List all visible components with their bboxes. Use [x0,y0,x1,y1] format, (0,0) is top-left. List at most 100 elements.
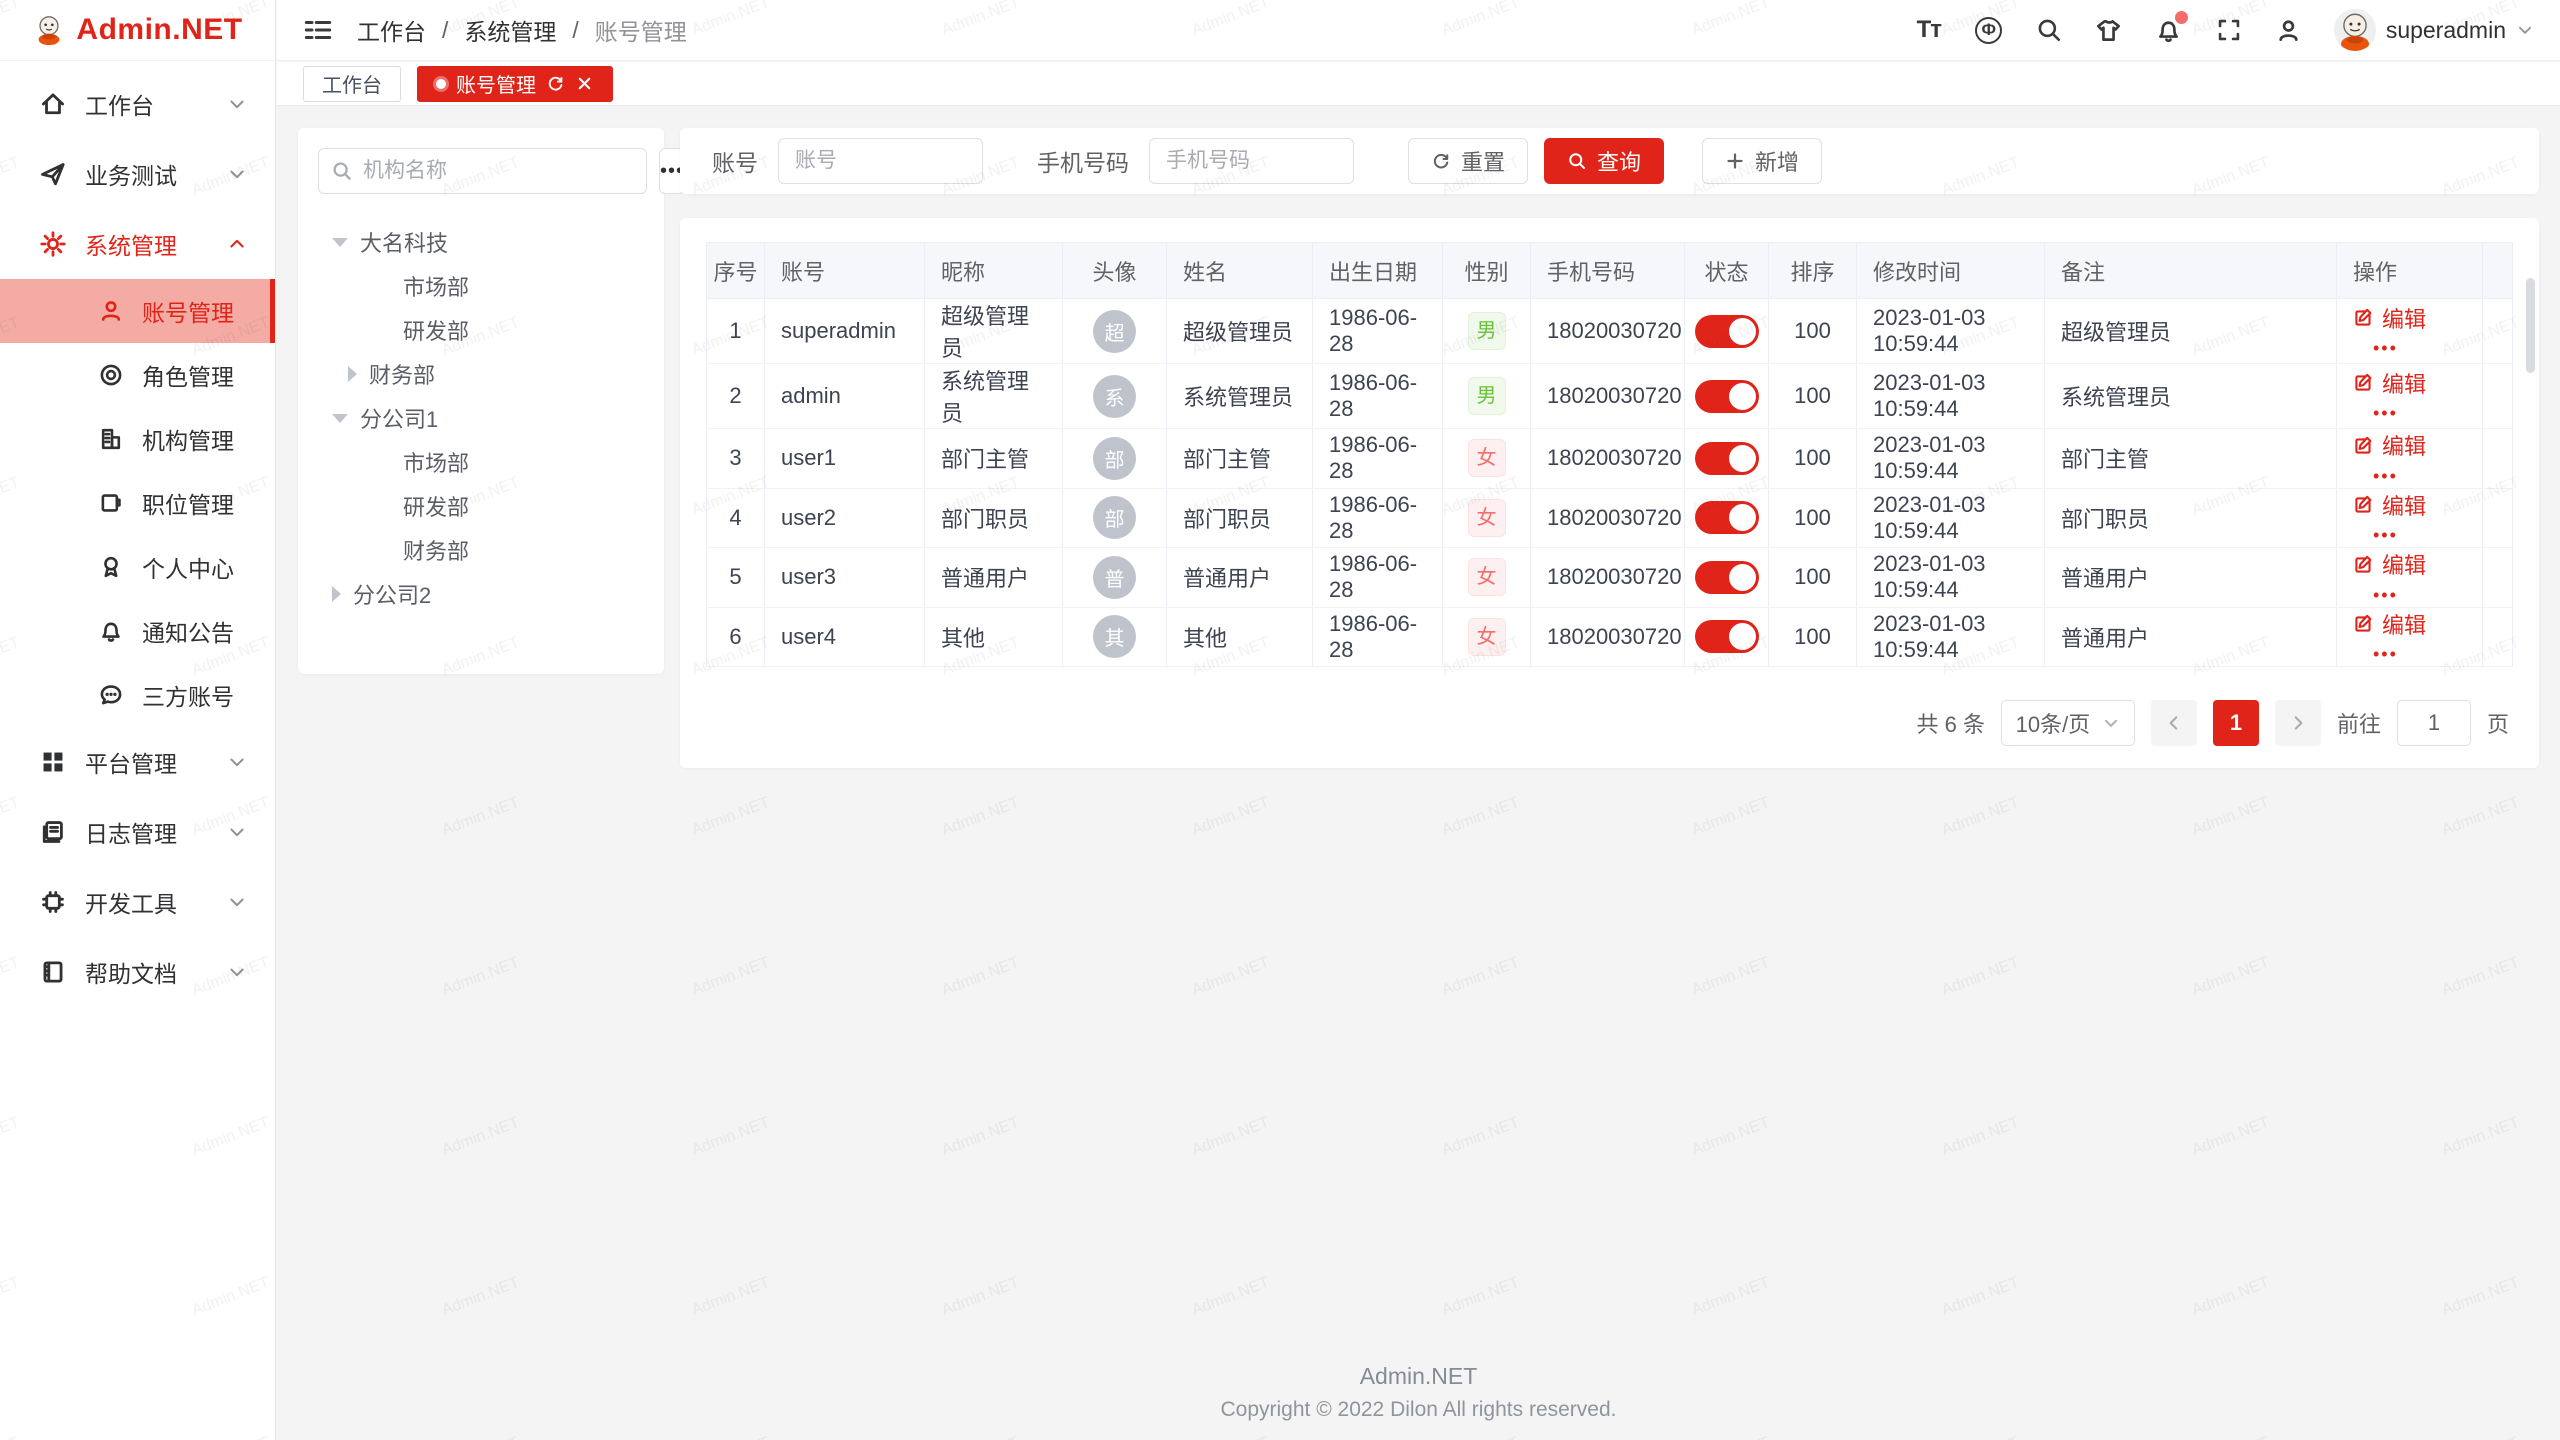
notification-bell-icon[interactable] [2154,15,2184,45]
app-logo[interactable]: Admin.NET [0,0,275,61]
user-menu[interactable]: superadmin [2334,9,2534,51]
avatar: 超 [1093,310,1136,353]
goto-page-input[interactable] [2397,700,2471,746]
more-actions-button[interactable]: ••• [2373,644,2398,664]
tree-node[interactable]: 大名科技 [318,220,644,264]
query-button[interactable]: 查询 [1544,138,1664,184]
phone-input[interactable] [1149,138,1354,184]
sidebar-item-role-management[interactable]: 角色管理 [0,343,275,407]
sidebar-item-dev-tools[interactable]: 开发工具 [0,867,275,937]
tree-node[interactable]: 市场部 [318,440,644,484]
col-birthdate: 出生日期 [1313,243,1443,299]
active-dot-icon [436,79,446,89]
language-icon[interactable]: Ф [1974,15,2004,45]
next-page-button[interactable] [2275,700,2321,746]
font-size-icon[interactable]: Tт [1914,15,1944,45]
tab-account-management[interactable]: 账号管理 [417,66,613,102]
edit-button[interactable]: 编辑 [2353,548,2426,580]
search-icon[interactable] [2034,15,2064,45]
more-actions-button[interactable]: ••• [2373,466,2398,486]
table-row: 3 user1 部门主管 部 部门主管 1986-06-28 女 1802003… [707,429,2513,489]
sidebar-item-account-management[interactable]: 账号管理 [0,279,275,343]
status-toggle[interactable] [1695,315,1759,348]
table-row: 6 user4 其他 其 其他 1986-06-28 女 18020030720… [707,607,2513,667]
col-sort: 排序 [1769,243,1857,299]
tab-workbench[interactable]: 工作台 [303,66,401,102]
status-toggle[interactable] [1695,380,1759,413]
avatar: 部 [1093,496,1136,539]
edit-button[interactable]: 编辑 [2353,429,2426,461]
role-icon [98,362,124,388]
tree-node[interactable]: 研发部 [318,484,644,528]
prev-page-button[interactable] [2151,700,2197,746]
edit-button[interactable]: 编辑 [2353,302,2426,334]
sidebar-item-personal-center[interactable]: 个人中心 [0,535,275,599]
collapse-menu-icon[interactable] [303,15,333,45]
page-number-1[interactable]: 1 [2213,700,2259,746]
sidebar-item-org-management[interactable]: 机构管理 [0,407,275,471]
tree-node[interactable]: 分公司2 [318,572,644,616]
tab-label: 账号管理 [456,69,536,98]
profile-icon[interactable] [2274,15,2304,45]
tree-node[interactable]: 市场部 [318,264,644,308]
avatar: 其 [1093,615,1136,658]
account-input[interactable] [778,138,983,184]
status-toggle[interactable] [1695,561,1759,594]
reset-button[interactable]: 重置 [1408,138,1528,184]
edit-button[interactable]: 编辑 [2353,489,2426,521]
sidebar-item-workbench[interactable]: 工作台 [0,69,275,139]
page-size-select[interactable]: 10条/页 [2001,700,2135,746]
tree-node[interactable]: 财务部 [318,352,644,396]
app-title: Admin.NET [76,13,242,47]
sidebar-item-notice[interactable]: 通知公告 [0,599,275,663]
close-icon[interactable] [575,74,594,93]
tree-node[interactable]: 研发部 [318,308,644,352]
breadcrumb-item[interactable]: 工作台 [357,13,426,47]
more-actions-button[interactable]: ••• [2373,585,2398,605]
sidebar-item-log-management[interactable]: 日志管理 [0,797,275,867]
chevron-down-icon [227,892,247,912]
tree-node[interactable]: 财务部 [318,528,644,572]
status-toggle[interactable] [1695,442,1759,475]
col-modified: 修改时间 [1857,243,2045,299]
col-account: 账号 [765,243,925,299]
table-scrollbar-thumb[interactable] [2526,278,2535,373]
refresh-icon [1431,151,1451,171]
footer-copyright: Copyright © 2022 Dilon All rights reserv… [277,1398,2560,1422]
more-actions-button[interactable]: ••• [2373,338,2398,358]
status-toggle[interactable] [1695,620,1759,653]
org-search-input[interactable] [363,159,634,183]
tab-label: 工作台 [322,69,382,98]
sidebar-menu: 工作台 业务测试 系统管理 账号管理 角色管理 机构管理 职位管理 [0,61,275,1007]
edit-pencil-icon [2353,372,2374,393]
theme-icon[interactable] [2094,15,2124,45]
fullscreen-icon[interactable] [2214,15,2244,45]
send-icon [39,160,67,188]
plus-icon [1725,151,1745,171]
more-actions-button[interactable]: ••• [2373,525,2398,545]
sidebar-item-thirdparty-account[interactable]: 三方账号 [0,663,275,727]
caret-expanded-icon[interactable] [332,414,348,423]
tree-node[interactable]: 分公司1 [318,396,644,440]
edit-button[interactable]: 编辑 [2353,608,2426,640]
refresh-icon[interactable] [546,74,565,93]
breadcrumb-item[interactable]: 系统管理 [464,13,556,47]
filter-bar: 账号 手机号码 重置 查询 新增 [680,128,2539,194]
add-button[interactable]: 新增 [1702,138,1822,184]
tags-view-bar: 工作台 账号管理 [277,62,2560,106]
edit-button[interactable]: 编辑 [2353,367,2426,399]
sidebar-item-business-test[interactable]: 业务测试 [0,139,275,209]
caret-collapsed-icon[interactable] [332,586,341,602]
status-toggle[interactable] [1695,501,1759,534]
more-actions-button[interactable]: ••• [2373,403,2398,423]
sidebar-item-position-management[interactable]: 职位管理 [0,471,275,535]
sidebar-item-help-docs[interactable]: 帮助文档 [0,937,275,1007]
caret-expanded-icon[interactable] [332,238,348,247]
breadcrumb-separator: / [572,17,578,44]
sidebar-item-system-management[interactable]: 系统管理 [0,209,275,279]
sidebar-item-platform-management[interactable]: 平台管理 [0,727,275,797]
chat-icon [98,682,124,708]
table-row: 2 admin 系统管理员 系 系统管理员 1986-06-28 男 18020… [707,364,2513,429]
caret-collapsed-icon[interactable] [348,366,357,382]
bell-icon [98,618,124,644]
